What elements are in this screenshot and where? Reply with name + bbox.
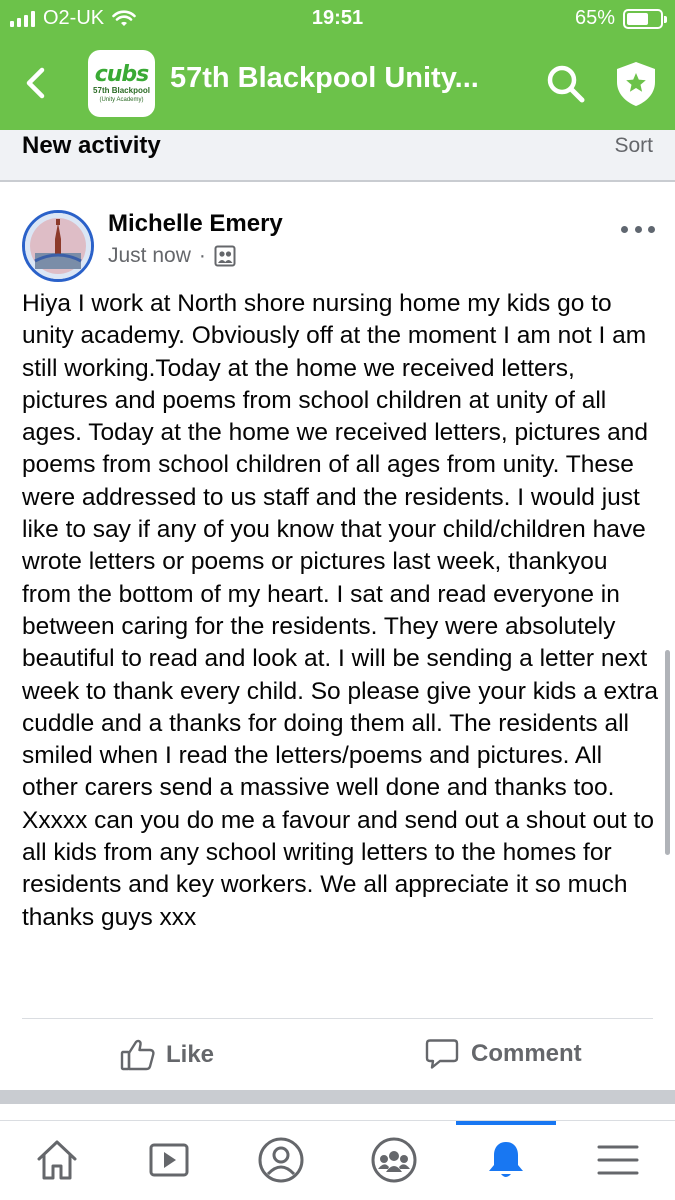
more-dot-icon (621, 225, 628, 233)
post-body: Hiya I work at North shore nursing home … (22, 290, 658, 931)
tab-profile[interactable] (253, 1135, 309, 1185)
author-avatar[interactable] (22, 210, 94, 282)
home-icon (37, 1140, 77, 1180)
comment-label: Comment (471, 1040, 582, 1067)
feed-section-header: New activity Sort (0, 130, 675, 182)
scrollbar[interactable] (665, 650, 670, 855)
group-members-icon (214, 245, 236, 267)
status-right: 65% (574, 7, 667, 30)
sort-button[interactable]: Sort (614, 134, 653, 158)
back-button[interactable] (18, 62, 54, 104)
status-bar: O2-UK 19:51 65% (0, 0, 675, 38)
tab-menu[interactable] (590, 1135, 646, 1185)
profile-icon (258, 1137, 304, 1183)
next-post-card (0, 1104, 675, 1120)
more-dot-icon (634, 225, 642, 233)
battery-fill (627, 12, 648, 25)
group-name[interactable]: 57th Blackpool Unity... (170, 62, 530, 95)
admin-tools-button[interactable] (613, 60, 659, 108)
battery-icon (623, 8, 667, 29)
author-name[interactable]: Michelle Emery (108, 210, 283, 238)
groups-icon (371, 1137, 417, 1183)
tab-groups[interactable] (366, 1135, 422, 1185)
comment-button[interactable]: Comment (425, 1038, 582, 1070)
back-arrow-icon (26, 67, 45, 99)
search-icon (547, 65, 585, 103)
search-button[interactable] (544, 62, 588, 106)
like-button[interactable]: Like (120, 1038, 214, 1072)
clock: 19:51 (311, 7, 364, 29)
post-card: Michelle Emery Just now · Hiya I work at… (0, 182, 675, 1090)
menu-icon (597, 1145, 639, 1175)
feed-section-inner: New activity Sort (0, 130, 675, 180)
thumbs-up-icon (120, 1039, 155, 1071)
post-meta: Just now · (108, 244, 236, 268)
section-title: New activity (22, 132, 161, 159)
logo-wordmark: cubs (94, 61, 150, 87)
tab-video[interactable] (141, 1135, 197, 1185)
more-options-button[interactable] (621, 222, 655, 236)
feed-gap (0, 1090, 675, 1104)
app-bar: cubs 57th Blackpool (Unity Academy) 57th… (0, 40, 675, 126)
group-header: O2-UK 19:51 65% cubs 57th Blackpool (Uni… (0, 0, 675, 130)
video-icon (149, 1143, 189, 1177)
post-timestamp[interactable]: Just now (108, 244, 191, 268)
comment-bubble-icon (425, 1039, 459, 1069)
tab-notifications[interactable] (478, 1135, 534, 1185)
logo-line1: 57th Blackpool (93, 85, 150, 95)
logo-line2: (Unity Academy) (99, 96, 144, 103)
avatar-image (25, 213, 91, 279)
post-divider (22, 1018, 653, 1019)
active-tab-indicator (456, 1121, 556, 1125)
meta-separator: · (198, 244, 206, 267)
bottom-tab-bar (0, 1120, 675, 1200)
more-dot-icon (648, 225, 655, 233)
tab-home[interactable] (29, 1135, 85, 1185)
like-label: Like (166, 1041, 215, 1068)
group-logo[interactable]: cubs 57th Blackpool (Unity Academy) (88, 50, 155, 117)
notifications-bell-icon (489, 1142, 523, 1177)
shield-star-icon (617, 62, 655, 106)
battery-percentage: 65% (574, 7, 615, 29)
